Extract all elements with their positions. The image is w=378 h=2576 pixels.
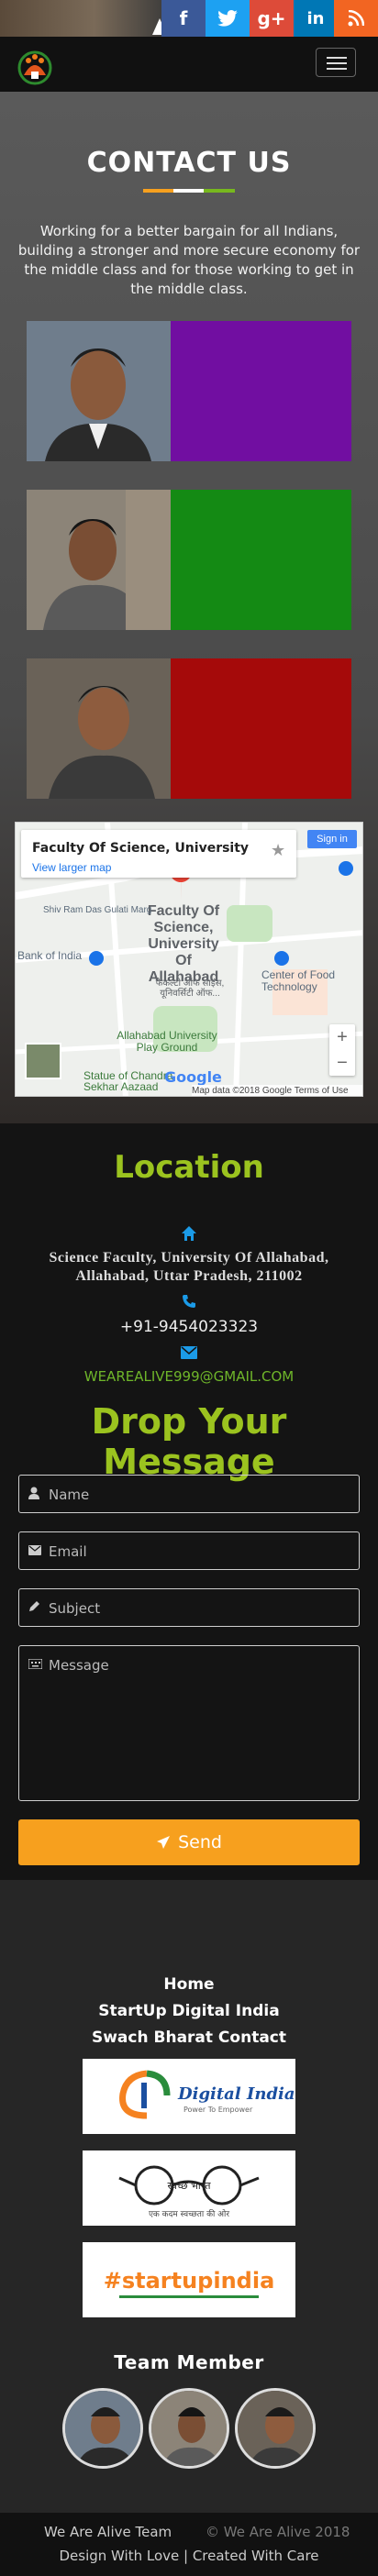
facebook-icon[interactable]: f [161, 0, 206, 37]
menu-toggle-button[interactable] [316, 48, 356, 77]
team-name: We Are Alive Team [44, 2524, 172, 2540]
digital-india-tagline: Power To Empower [183, 2106, 253, 2114]
tricolor-divider [143, 189, 235, 193]
envelope-icon [180, 1344, 198, 1363]
envelope-icon [28, 1543, 41, 1558]
footer-link-startup-digital-india[interactable]: StartUp Digital India [0, 1998, 378, 2025]
pencil-icon [28, 1600, 40, 1615]
member-photo [27, 490, 171, 630]
google-logo: Google [164, 1068, 222, 1086]
footer-link-swach-bharat-contact[interactable]: Swach Bharat Contact [0, 2025, 378, 2051]
phone-icon [180, 1294, 198, 1312]
person-photo-icon [27, 658, 171, 799]
view-larger-map-link[interactable]: View larger map [32, 861, 111, 874]
swachh-bharat-text: स्वच्छ भारत [167, 2180, 211, 2192]
pencil-glyph-icon [29, 1601, 39, 1611]
message-placeholder: Message [49, 1657, 109, 1674]
address-text: Science Faculty, University Of Allahabad… [49, 1250, 329, 1284]
google-plus-icon[interactable]: g+ [250, 0, 294, 37]
save-star-icon[interactable]: ★ [271, 841, 285, 860]
map-place-label: Faculty Of Science, University Of Allaha… [147, 903, 220, 985]
contact-intro: Working for a better bargain for all Ind… [17, 223, 361, 297]
team-card [27, 321, 351, 461]
twitter-icon[interactable] [206, 0, 250, 37]
keyboard-glyph-icon [28, 1658, 43, 1670]
user-glyph-icon [28, 1487, 39, 1499]
rss-icon[interactable] [334, 0, 378, 37]
map-place-label-hindi: फैकल्टी ऑफ साइंस, यूनिवर्सिटी ऑफ... [155, 978, 225, 999]
member-photo [27, 658, 171, 799]
person-photo-icon [27, 490, 171, 630]
footer-link-home[interactable]: Home [0, 1972, 378, 1998]
digital-india-text: Digital India [177, 2084, 295, 2104]
member-photo [27, 321, 171, 461]
swachh-bharat-badge[interactable]: स्वच्छ भारत एक कदम स्वच्छता की ओर [83, 2150, 295, 2226]
map-label-road: Shiv Ram Das Gulati Marg [43, 905, 152, 915]
contact-title: CONTACT US [86, 147, 292, 179]
hamburger-line-icon [327, 62, 347, 64]
phone-glyph-icon [183, 1295, 195, 1308]
copyright-text: © We Are Alive 2018 [206, 2524, 350, 2540]
startup-india-badge[interactable]: #startupindia [83, 2242, 295, 2317]
name-field[interactable]: Name [18, 1475, 360, 1513]
member-color-panel [171, 658, 351, 799]
map-place-title: Faculty Of Science, University Of All... [32, 841, 252, 856]
map-info-card: Faculty Of Science, University Of All...… [21, 830, 296, 878]
member-color-panel [171, 321, 351, 461]
paper-plane-icon [157, 1836, 171, 1849]
footer-tagline: Design With Love | Created With Care [59, 2548, 319, 2564]
subject-field[interactable]: Subject [18, 1588, 360, 1627]
rss-feed-icon [348, 10, 364, 27]
google-map-embed[interactable]: Faculty Of Science, University Of All...… [15, 822, 363, 1097]
map-label-bank: Bank of India [17, 949, 83, 962]
twitter-bird-icon [217, 10, 238, 27]
hamburger-line-icon [327, 68, 347, 70]
team-card [27, 490, 351, 630]
message-textarea[interactable]: Message [18, 1645, 360, 1801]
footer-links: Home StartUp Digital India Swach Bharat … [0, 1972, 378, 2051]
startup-india-text: #startupindia [104, 2268, 275, 2294]
email-field[interactable]: Email [18, 1531, 360, 1570]
person-photo-icon [27, 321, 171, 461]
team-avatar[interactable] [149, 2388, 229, 2469]
team-card [27, 658, 351, 799]
message-form-title: Drop Your Message [91, 1401, 287, 1482]
digital-india-logo: Digital India Power To Empower [119, 2070, 295, 2119]
map-signin-button[interactable]: Sign in [307, 830, 357, 848]
email-placeholder: Email [49, 1543, 87, 1560]
home-glyph-icon [182, 1226, 196, 1241]
map-label-playground: Allahabad University Play Ground [117, 1029, 217, 1054]
subject-placeholder: Subject [49, 1600, 101, 1617]
name-placeholder: Name [49, 1487, 90, 1503]
user-icon [28, 1487, 39, 1502]
team-avatar[interactable] [235, 2388, 316, 2469]
map-zoom-controls[interactable]: + − [329, 1024, 355, 1076]
location-title: Location [114, 1149, 264, 1186]
map-attribution: Map data ©2018 Google Terms of Use [192, 1085, 362, 1096]
site-logo[interactable] [13, 48, 57, 86]
map-label-food-tech: Center of Food Technology [261, 968, 336, 993]
email-address[interactable]: wearealive999@gmail.com [0, 1368, 378, 1385]
team-member-title: Team Member [114, 2351, 264, 2373]
digital-india-badge[interactable]: Digital India Power To Empower [83, 2059, 295, 2134]
swachh-bharat-tagline: एक कदम स्वच्छता की ओर [149, 2208, 229, 2219]
zoom-in-icon[interactable]: + [329, 1024, 355, 1050]
send-label: Send [178, 1832, 222, 1852]
send-button[interactable]: Send [18, 1819, 360, 1865]
satellite-toggle-thumbnail[interactable] [25, 1043, 61, 1079]
zoom-out-icon[interactable]: − [329, 1050, 355, 1076]
keyboard-icon [28, 1657, 43, 1672]
linkedin-icon[interactable]: in [294, 0, 338, 37]
envelope-glyph-icon [181, 1346, 197, 1359]
member-color-panel [171, 490, 351, 630]
swachh-bharat-logo: स्वच्छ भारत एक कदम स्वच्छता की ओर [118, 2165, 260, 2219]
team-avatar[interactable] [62, 2388, 143, 2469]
startup-india-logo: #startupindia [104, 2268, 275, 2298]
copyright-bar [0, 2513, 378, 2576]
envelope-glyph-icon [28, 1545, 41, 1555]
phone-number[interactable]: +91-9454023323 [0, 1318, 378, 1336]
home-icon [180, 1225, 198, 1244]
hamburger-line-icon [327, 57, 347, 59]
